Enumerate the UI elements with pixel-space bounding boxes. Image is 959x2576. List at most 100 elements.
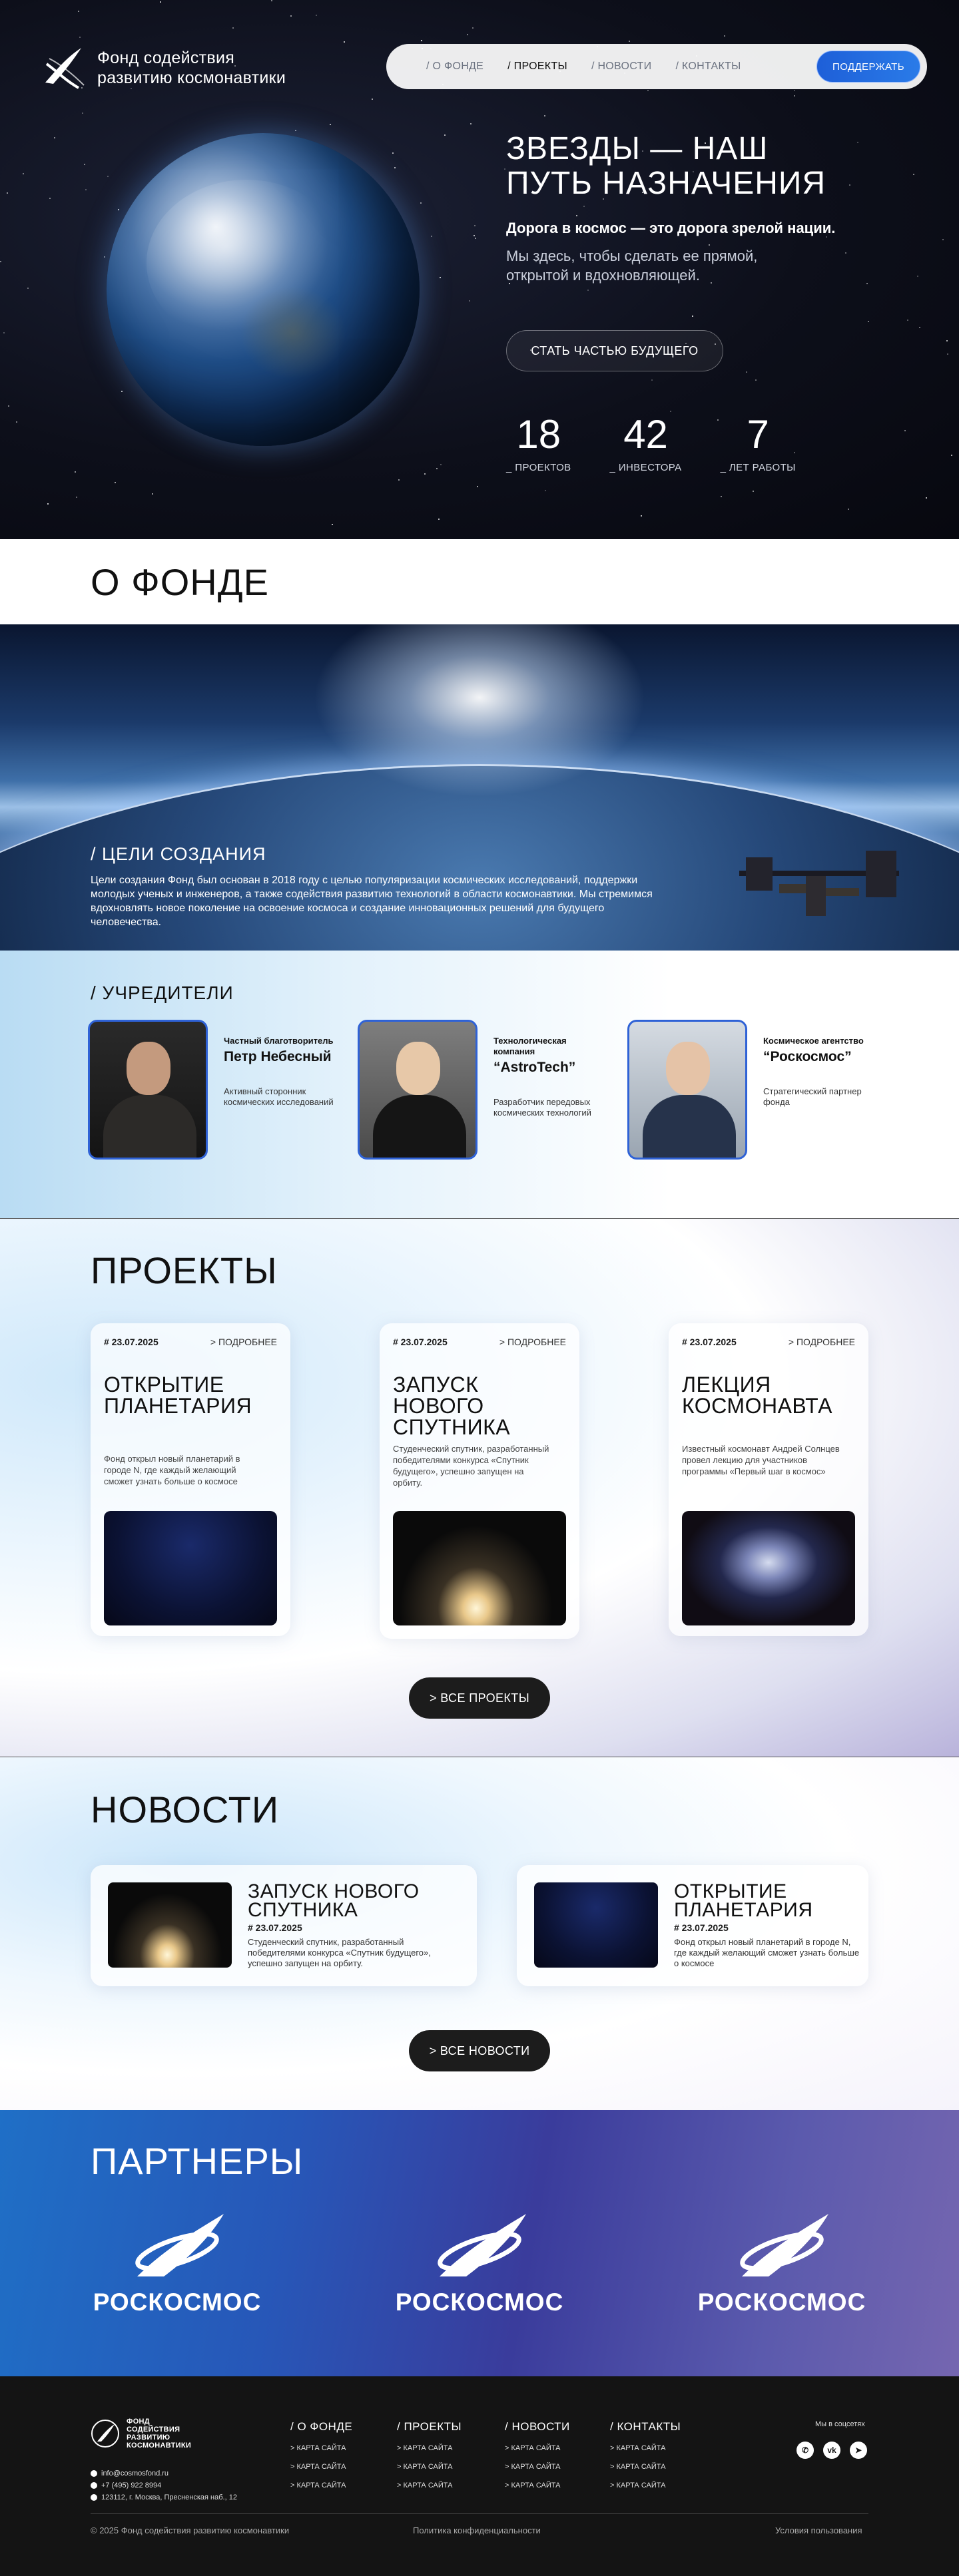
founders-title: / УЧРЕДИТЕЛИ — [91, 982, 234, 1003]
star — [424, 473, 426, 475]
star — [49, 198, 51, 199]
star — [755, 379, 757, 381]
goals-title: / ЦЕЛИ СОЗДАНИЯ — [91, 844, 266, 864]
founder-role: Частный благотворитель — [224, 1036, 334, 1046]
phone-icon — [91, 2482, 97, 2489]
footer-col-title[interactable]: / КОНТАКТЫ — [610, 2420, 681, 2434]
nav-projects[interactable]: / ПРОЕКТЫ — [507, 61, 567, 73]
star — [472, 27, 474, 29]
founder-card: Космическое агентство “Роскосмос” Страте… — [627, 1020, 876, 1160]
page: Фонд содействия развитию космонавтики / … — [0, 0, 959, 2576]
footer-col-title[interactable]: / О ФОНДЕ — [290, 2420, 352, 2434]
footer-link[interactable]: > КАРТА САЙТА — [397, 2481, 462, 2489]
star — [85, 189, 87, 190]
star — [545, 490, 546, 491]
roscosmos-icon — [740, 2214, 828, 2276]
star — [76, 497, 77, 498]
star — [951, 455, 952, 456]
project-card[interactable]: # 23.07.2025 > ПОДРОБНЕЕ ЛЕКЦИЯ КОСМОНАВ… — [669, 1323, 868, 1636]
project-card[interactable]: # 23.07.2025 > ПОДРОБНЕЕ ОТКРЫТИЕ ПЛАНЕТ… — [91, 1323, 290, 1636]
project-more-link[interactable]: > ПОДРОБНЕЕ — [499, 1337, 566, 1347]
footer-logo-line: ФОНД — [127, 2418, 150, 2426]
address-text: 123112, г. Москва, Пресненская наб., 12 — [101, 2493, 237, 2501]
star — [271, 0, 272, 1]
founder-name: Петр Небесный — [224, 1049, 332, 1064]
footer-logo-line: РАЗВИТИЮ — [127, 2434, 170, 2442]
footer-col-projects: / ПРОЕКТЫ > КАРТА САЙТА > КАРТА САЙТА > … — [397, 2420, 462, 2489]
rocket-launch-image — [393, 1511, 566, 1625]
footer-link[interactable]: > КАРТА САЙТА — [397, 2463, 462, 2471]
footer-link[interactable]: > КАРТА САЙТА — [610, 2444, 681, 2452]
star — [576, 215, 577, 216]
star — [438, 519, 440, 520]
footer-link[interactable]: > КАРТА САЙТА — [505, 2444, 570, 2452]
privacy-link[interactable]: Политика конфиденциальности — [413, 2525, 541, 2535]
star — [152, 493, 153, 495]
join-future-button[interactable]: СТАТЬ ЧАСТЬЮ БУДУЩЕГО — [506, 330, 723, 371]
hero-title-line2: ПУТЬ НАЗНАЧЕНИЯ — [506, 166, 826, 201]
founder-role: Технологическая компания — [493, 1036, 567, 1056]
news-text: Фонд открыл новый планетарий в городе N,… — [674, 1937, 860, 1968]
footer-link[interactable]: > КАРТА САЙТА — [610, 2463, 681, 2471]
vk-icon[interactable]: vk — [823, 2442, 840, 2459]
nav-about[interactable]: / О ФОНДЕ — [426, 61, 483, 73]
partner-logo[interactable]: РОСКОСМОС — [689, 2210, 875, 2316]
partner-logo[interactable]: РОСКОСМОС — [386, 2210, 573, 2316]
star — [372, 99, 373, 100]
whatsapp-icon[interactable]: ✆ — [797, 2442, 814, 2459]
footer-link[interactable]: > КАРТА САЙТА — [397, 2444, 462, 2452]
star — [27, 288, 29, 289]
star — [295, 130, 296, 131]
footer-link[interactable]: > КАРТА САЙТА — [290, 2463, 352, 2471]
footer-email[interactable]: info@cosmosfond.ru — [91, 2469, 168, 2477]
news-card[interactable]: ОТКРЫТИЕ ПЛАНЕТАРИЯ # 23.07.2025 Фонд от… — [517, 1865, 868, 1986]
footer-logo[interactable]: ФОНД СОДЕЙСТВИЯ РАЗВИТИЮ КОСМОНАВТИКИ — [91, 2418, 191, 2450]
footer-logo-line: СОДЕЙСТВИЯ — [127, 2426, 180, 2434]
news-card[interactable]: ЗАПУСК НОВОГО СПУТНИКА # 23.07.2025 Студ… — [91, 1865, 477, 1986]
founder-card: Частный благотворитель Петр Небесный Акт… — [88, 1020, 337, 1160]
star — [469, 300, 470, 302]
footer-link[interactable]: > КАРТА САЙТА — [290, 2481, 352, 2489]
footer-col-title[interactable]: / ПРОЕКТЫ — [397, 2420, 462, 2434]
stat-label: _ ПРОЕКТОВ — [506, 462, 571, 473]
all-projects-button[interactable]: > ВСЕ ПРОЕКТЫ — [409, 1677, 550, 1719]
project-card[interactable]: # 23.07.2025 > ПОДРОБНЕЕ ЗАПУСК НОВОГО С… — [380, 1323, 579, 1639]
partner-name: РОСКОСМОС — [697, 2288, 866, 2316]
copyright: © 2025 Фонд содействия развитию космонав… — [91, 2525, 290, 2535]
all-news-button[interactable]: > ВСЕ НОВОСТИ — [409, 2030, 550, 2071]
telegram-icon[interactable]: ➤ — [850, 2442, 867, 2459]
goals-text: Цели создания Фонд был основан в 2018 го… — [91, 875, 653, 928]
nav-contacts[interactable]: / КОНТАКТЫ — [675, 61, 741, 73]
founder-info: Технологическая компания “AstroTech” Раз… — [493, 1020, 607, 1160]
star — [913, 174, 914, 175]
star — [692, 316, 693, 317]
stat-projects: 18 _ ПРОЕКТОВ — [506, 411, 571, 473]
portrait-head — [127, 1042, 170, 1095]
logo-text: Фонд содействия развитию космонавтики — [97, 48, 286, 88]
hero-section: Фонд содействия развитию космонавтики / … — [0, 0, 959, 539]
footer-link[interactable]: > КАРТА САЙТА — [290, 2444, 352, 2452]
star — [467, 34, 468, 35]
portrait-head — [396, 1042, 440, 1095]
star — [436, 468, 438, 469]
footer-col-title[interactable]: / НОВОСТИ — [505, 2420, 570, 2434]
site-logo[interactable]: Фонд содействия развитию космонавтики — [40, 44, 286, 92]
footer-logo-icon — [91, 2420, 119, 2448]
nav-news[interactable]: / НОВОСТИ — [591, 61, 651, 73]
footer: ФОНД СОДЕЙСТВИЯ РАЗВИТИЮ КОСМОНАВТИКИ in… — [0, 2376, 959, 2576]
terms-link[interactable]: Условия пользования — [775, 2525, 862, 2535]
footer-link[interactable]: > КАРТА САЙТА — [610, 2481, 681, 2489]
partner-logo[interactable]: РОСКОСМОС — [84, 2210, 270, 2316]
partner-name: РОСКОСМОС — [395, 2288, 564, 2316]
footer-link[interactable]: > КАРТА САЙТА — [505, 2463, 570, 2471]
star — [794, 95, 795, 97]
project-more-link[interactable]: > ПОДРОБНЕЕ — [210, 1337, 277, 1347]
footer-phone[interactable]: +7 (495) 922 8994 — [91, 2481, 161, 2489]
support-button[interactable]: ПОДДЕРЖАТЬ — [816, 51, 920, 83]
portrait-body — [643, 1095, 736, 1158]
project-more-link[interactable]: > ПОДРОБНЕЕ — [789, 1337, 855, 1347]
earth-image — [107, 133, 420, 446]
footer-link[interactable]: > КАРТА САЙТА — [505, 2481, 570, 2489]
founder-name: “Роскосмос” — [763, 1049, 852, 1064]
lecture-image — [682, 1511, 855, 1625]
